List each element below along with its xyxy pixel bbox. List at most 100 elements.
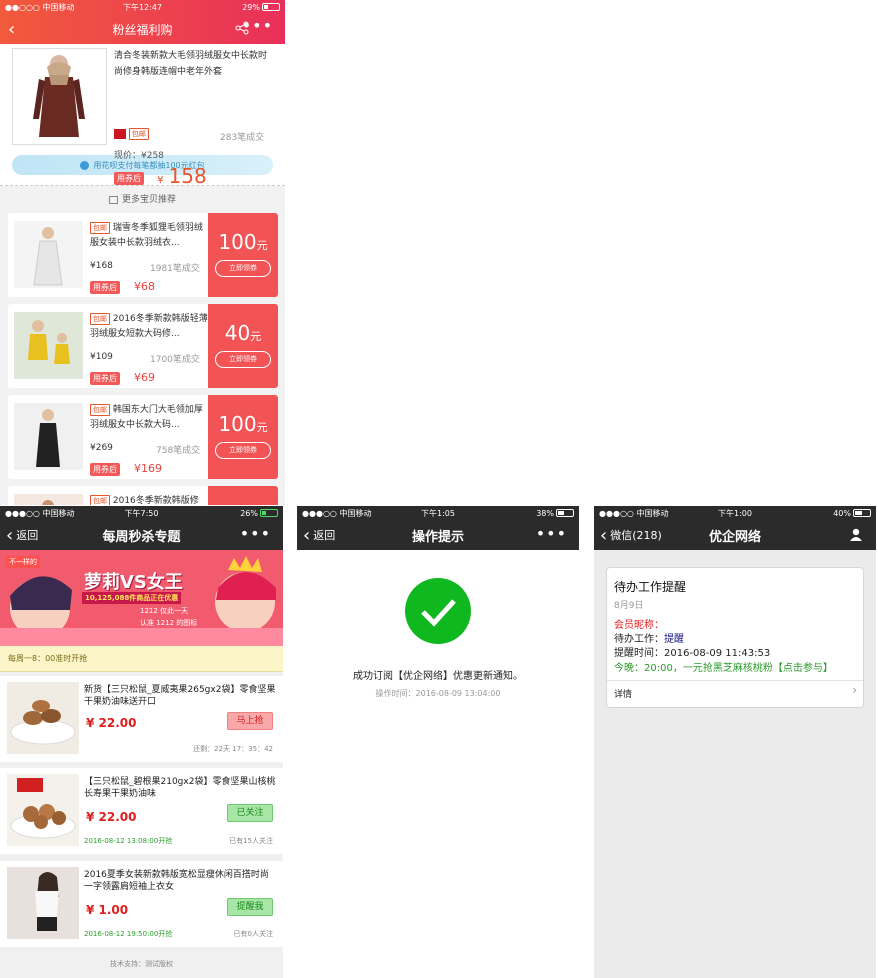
nav-bar: ‹ 返回 每周秒杀专题 •••: [0, 520, 283, 550]
chevron-left-icon: ‹: [600, 524, 608, 546]
clock: 下午12:47: [122, 2, 163, 12]
shipping-row: 包邮: [114, 128, 149, 140]
item-sold: 1700笔成交: [150, 355, 200, 365]
list-icon: [108, 195, 118, 204]
remind-me-button[interactable]: 提醒我: [227, 898, 273, 916]
item-after-coupon: 用券后 ¥169: [90, 457, 162, 476]
back-button[interactable]: ‹ 返回: [297, 525, 335, 546]
item-image: [14, 494, 83, 505]
item-after-coupon: 用券后 ¥69: [90, 366, 155, 385]
item-image: [7, 682, 79, 754]
more-icon[interactable]: •••: [536, 524, 567, 543]
operation-time: 操作时间：2016-08-09 13:04:00: [375, 689, 501, 698]
list-item[interactable]: 包邮 2016冬季新款韩版修: [8, 486, 278, 505]
header: ●●●○○ 中国移动 下午7:50 26% ‹ 返回 每周秒杀专题 •••: [0, 506, 283, 550]
buy-now-button[interactable]: 马上抢: [227, 712, 273, 730]
more-recommend-title: 更多宝贝推荐: [0, 190, 285, 210]
item-title: 新货【三只松鼠_夏威夷果265gx2袋】零食坚果干果奶油味送开口: [84, 685, 276, 707]
promo-banner[interactable]: 不一样的 萝莉VS女王 10,125,088件商品正在优惠 1212 仅此一天 …: [0, 550, 283, 646]
currency: ¥: [157, 175, 164, 186]
product-card[interactable]: 清合冬装新款大毛领羽绒服女中长款时尚修身韩版连帽中老年外套 包邮 283笔成交 …: [0, 44, 285, 188]
after-coupon-price: 158: [168, 164, 207, 188]
list-item[interactable]: 2016夏季女装新款韩版宽松显瘦休闲百搭时尚一字领露肩短袖上衣女 ¥ 1.00 …: [0, 861, 283, 947]
reminder-time: 提醒时间：2016-08-09 11:43:53: [614, 648, 771, 659]
chevron-right-icon: ›: [852, 683, 857, 697]
claim-coupon-button[interactable]: 立即领券: [215, 351, 271, 368]
sale-start-time: 2016-08-12 19:50:00开抢: [84, 930, 173, 938]
coupon-price-row: 用券后 ¥ 158: [114, 164, 207, 188]
tmall-icon: [114, 128, 126, 139]
coupon-box: [208, 486, 278, 505]
back-button[interactable]: ‹: [0, 19, 15, 40]
coupon-box: 40元 立即领券: [208, 304, 278, 388]
item-price: ¥ 22.00: [86, 716, 137, 730]
item-sold: 758笔成交: [156, 446, 201, 456]
divider: [607, 680, 863, 681]
item-title: 【三只松鼠_碧根果210gx2袋】零食坚果山核桃长寿果干果奶油味: [84, 777, 276, 799]
list-item[interactable]: 包邮 2016冬季新款韩版轻薄羽绒服女短款大码修... ¥109 1700笔成交…: [8, 304, 278, 388]
status-bar: ●●●○○ 中国移动 下午1:00 40%: [594, 506, 876, 520]
huabei-icon: [80, 160, 90, 170]
coupon-amount: 40: [224, 321, 251, 345]
banner-subtitle: 10,125,088件商品正在优惠: [82, 592, 182, 604]
item-image: [7, 867, 79, 939]
list-item[interactable]: 包邮 韩国东大门大毛领加厚羽绒服女中长款大码... ¥269 758笔成交 用券…: [8, 395, 278, 479]
list-item[interactable]: 新货【三只松鼠_夏威夷果265gx2袋】零食坚果干果奶油味送开口 ¥ 22.00…: [0, 676, 283, 762]
fan-welfare-screen: ●●○○○ 中国移动 下午12:47 29% ‹ 粉丝福利购 ••• 清合冬装新…: [0, 0, 285, 505]
followers-count: 已有15人关注: [229, 837, 273, 845]
followers-count: 已有0人关注: [233, 930, 273, 938]
chevron-left-icon: ‹: [6, 524, 14, 546]
member-nickname: 会员昵称：: [614, 620, 664, 631]
detail-link[interactable]: 详情: [614, 687, 632, 700]
item-after-coupon: 用券后 ¥68: [90, 275, 155, 294]
followed-button[interactable]: 已关注: [227, 804, 273, 822]
item-image: [14, 403, 83, 470]
coupon-box: 100元 立即领券: [208, 395, 278, 479]
product-name: 清合冬装新款大毛领羽绒服女中长款时尚修身韩版连帽中老年外套: [114, 51, 268, 77]
current-price: 现价：¥258: [114, 151, 164, 161]
banner-corner-tag: 不一样的: [6, 556, 40, 568]
banner-headline: 萝莉VS女王: [84, 572, 183, 593]
status-bar: ●●●○○ 中国移动 下午1:05 38%: [297, 506, 579, 520]
banner-badge-day: 1212 仅此一天: [140, 607, 189, 615]
item-title: 包邮 瑞雪冬季狐狸毛领羽绒服女装中长款羽绒衣...: [90, 222, 203, 248]
header: ●●●○○ 中国移动 下午1:00 40% ‹ 微信(218) 优企网络: [594, 506, 876, 550]
status-bar: ●●○○○ 中国移动 下午12:47 29%: [0, 0, 285, 14]
profile-icon[interactable]: [850, 528, 862, 545]
claim-coupon-button[interactable]: 立即领券: [215, 260, 271, 277]
clock: 下午1:05: [421, 508, 455, 518]
wechat-chat-screen: ●●●○○ 中国移动 下午1:00 40% ‹ 微信(218) 优企网络 待办工作…: [594, 506, 876, 978]
list-item[interactable]: 【三只松鼠_碧根果210gx2袋】零食坚果山核桃长寿果干果奶油味 ¥ 22.00…: [0, 768, 283, 854]
todo-reminder-card[interactable]: 待办工作提醒 8月9日 会员昵称： 待办工作：提醒 提醒时间：2016-08-0…: [606, 567, 864, 708]
nav-bar: ‹ 粉丝福利购 •••: [0, 14, 285, 44]
success-message: 成功订阅【优企网络】优惠更新通知。: [353, 671, 523, 682]
todo-work: 待办工作：提醒: [614, 634, 684, 645]
banner-badge-logo: 认准 1212 的图标: [140, 619, 198, 627]
item-title: 包邮 韩国东大门大毛领加厚羽绒服女中长款大码...: [90, 404, 203, 430]
nav-bar: ‹ 返回 操作提示 •••: [297, 520, 579, 550]
item-image: [7, 774, 79, 846]
item-title: 2016夏季女装新款韩版宽松显瘦休闲百搭时尚一字领露肩短袖上衣女: [84, 870, 269, 892]
back-button[interactable]: ‹ 微信(218): [594, 525, 662, 546]
list-item[interactable]: 包邮 瑞雪冬季狐狸毛领羽绒服女装中长款羽绒衣... ¥168 1981笔成交 用…: [8, 213, 278, 297]
more-icon[interactable]: •••: [240, 524, 271, 543]
claim-coupon-button[interactable]: 立即领券: [215, 442, 271, 459]
card-title: 待办工作提醒: [614, 580, 687, 594]
operation-tip-screen: ●●●○○ 中国移动 下午1:05 38% ‹ 返回 操作提示 ••• 成功订阅【…: [297, 506, 579, 978]
clock: 下午1:00: [718, 508, 752, 518]
schedule-notice: 每周一8：00准时开抢: [0, 646, 283, 672]
back-button[interactable]: ‹ 返回: [0, 525, 38, 546]
clock: 下午7:50: [124, 508, 159, 518]
more-icon[interactable]: •••: [242, 16, 273, 35]
item-price: ¥ 22.00: [86, 810, 137, 824]
product-image: [12, 48, 107, 145]
tonight-promo[interactable]: 今晚：20:00，一元抢黑芝麻核桃粉【点击参与】: [614, 659, 833, 674]
item-image: [14, 312, 83, 379]
footer-credit: 技术支持：测试版权: [110, 960, 173, 968]
after-coupon-label: 用券后: [114, 172, 144, 185]
item-price: ¥168: [90, 261, 113, 271]
sale-start-time: 2016-08-12 13:08:00开抢: [84, 837, 173, 845]
countdown: 还剩：22天 17：35：42: [193, 745, 273, 753]
item-sold: 1981笔成交: [150, 264, 200, 274]
item-price: ¥109: [90, 352, 113, 362]
